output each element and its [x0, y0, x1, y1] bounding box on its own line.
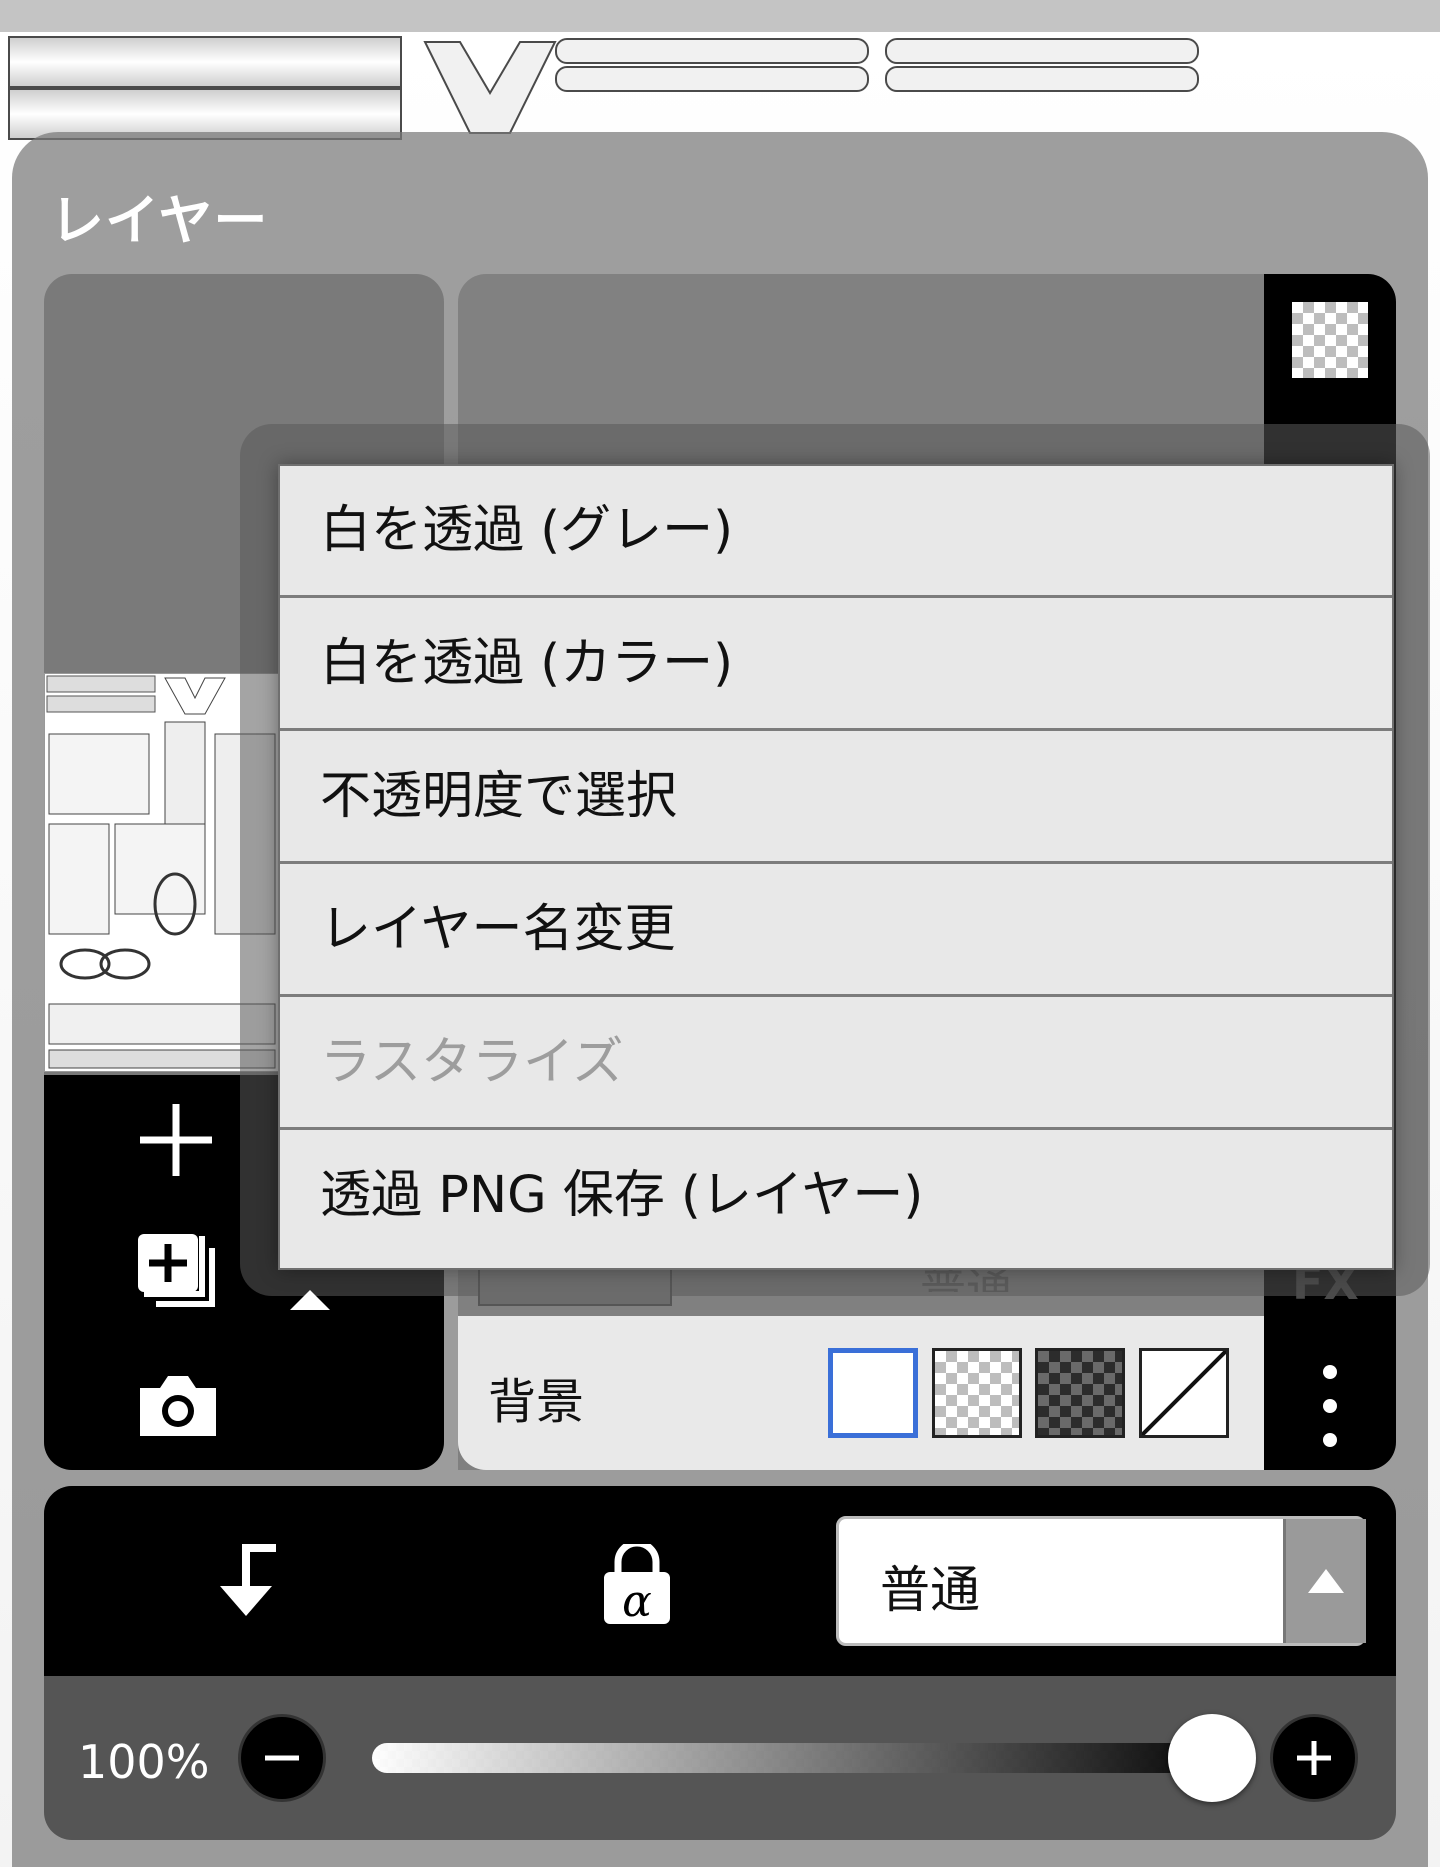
clipping-button[interactable] — [206, 1540, 282, 1620]
opacity-slider[interactable] — [372, 1743, 1222, 1773]
camera-icon — [140, 1376, 216, 1436]
panel-title: レイヤー — [50, 189, 269, 252]
transparency-icon[interactable] — [1292, 302, 1368, 378]
alpha-lock-button[interactable]: α — [600, 1539, 674, 1627]
menu-item-rasterize: ラスタライズ — [280, 998, 1392, 1130]
alpha-lock-icon: α — [604, 1539, 670, 1627]
opacity-increase-button[interactable] — [1270, 1714, 1358, 1802]
clip-arrow-icon — [220, 1544, 276, 1616]
collapse-arrow-icon[interactable] — [286, 1286, 334, 1312]
texture-frill — [885, 66, 1199, 92]
background-white-swatch[interactable] — [828, 1348, 918, 1438]
more-options-button[interactable] — [1312, 1360, 1348, 1460]
background-checker-light-swatch[interactable] — [932, 1348, 1022, 1438]
duplicate-layer-button[interactable] — [136, 1230, 220, 1314]
menu-item-select-by-opacity[interactable]: 不透明度で選択 — [280, 732, 1392, 864]
texture-frill — [555, 66, 869, 92]
blend-mode-dropdown-button[interactable] — [1283, 1519, 1366, 1643]
camera-import-button[interactable] — [136, 1370, 220, 1440]
opacity-decrease-button[interactable] — [238, 1714, 326, 1802]
svg-text:α: α — [622, 1576, 652, 1626]
triangle-up-icon — [1308, 1569, 1344, 1593]
add-layer-icon — [140, 1104, 212, 1176]
opacity-value: 100% — [78, 1735, 210, 1789]
menu-item-transparent-white-gray[interactable]: 白を透過 (グレー) — [280, 466, 1392, 598]
background-checker-dark-swatch[interactable] — [1035, 1348, 1125, 1438]
texture-frill — [555, 38, 869, 64]
menu-item-save-transparent-png[interactable]: 透過 PNG 保存 (レイヤー) — [280, 1131, 1392, 1266]
texture-strip — [8, 36, 402, 88]
add-layer-button[interactable] — [136, 1100, 216, 1180]
background-none-swatch[interactable] — [1139, 1348, 1229, 1438]
blend-mode-value: 普通 — [880, 1561, 980, 1619]
menu-item-transparent-white-color[interactable]: 白を透過 (カラー) — [280, 599, 1392, 731]
slash-icon — [1140, 1349, 1228, 1437]
opacity-slider-handle[interactable] — [1168, 1714, 1256, 1802]
texture-shape — [423, 41, 557, 134]
menu-item-rename-layer[interactable]: レイヤー名変更 — [280, 865, 1392, 997]
plus-icon — [1297, 1741, 1331, 1775]
layer-context-menu: 白を透過 (グレー) 白を透過 (カラー) 不透明度で選択 レイヤー名変更 ラス… — [278, 464, 1394, 1270]
more-vertical-icon — [1323, 1365, 1337, 1447]
duplicate-layer-icon — [138, 1234, 215, 1307]
background-label: 背景 — [488, 1374, 585, 1430]
minus-icon — [265, 1755, 299, 1761]
texture-frill — [885, 38, 1199, 64]
